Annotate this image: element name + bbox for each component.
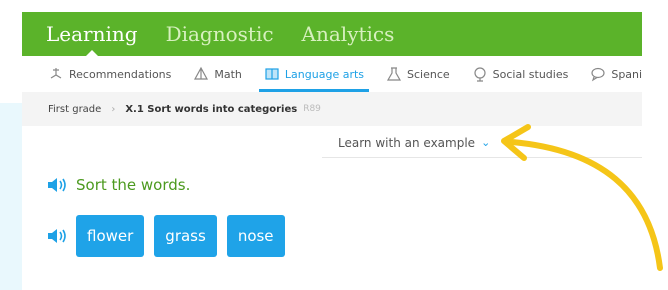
annotation-arrow xyxy=(501,124,663,271)
